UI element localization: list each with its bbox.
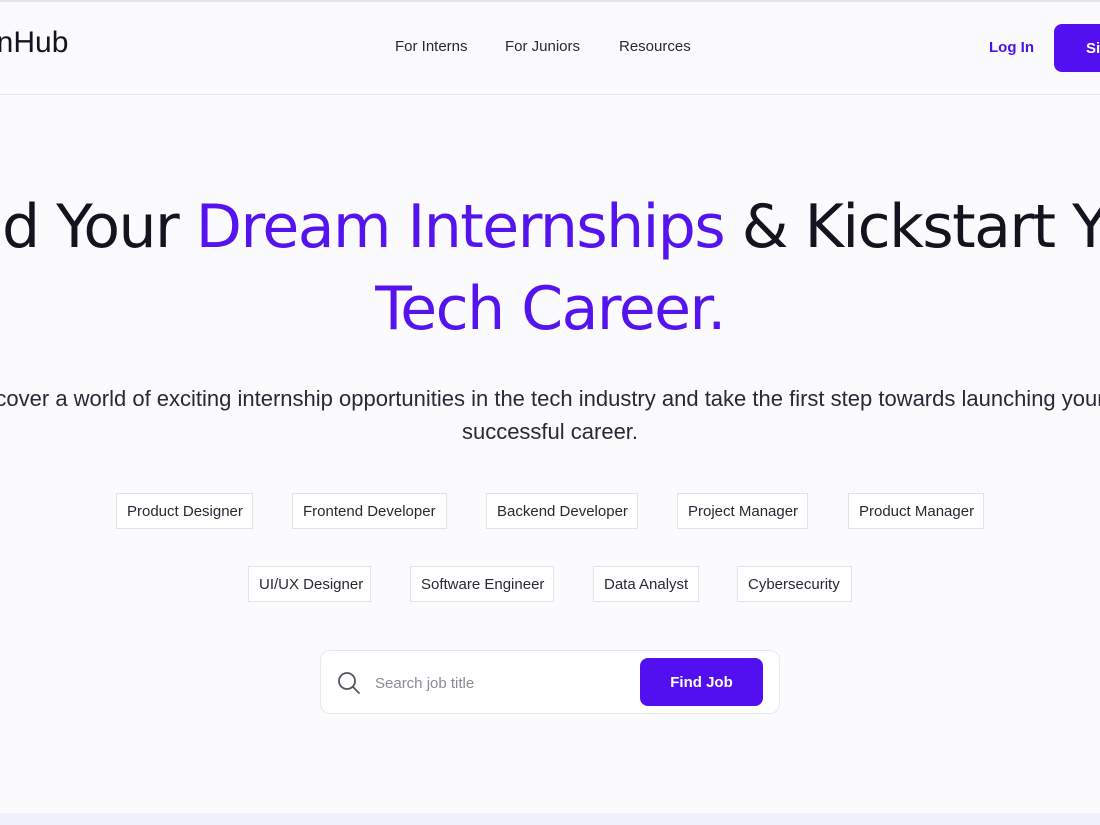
landing-page: ernHub For Interns For Juniors Resources…	[0, 0, 1100, 825]
chip-product-manager[interactable]: Product Manager	[848, 493, 984, 529]
hero-title-part: nd Your	[0, 192, 180, 262]
chip-project-manager[interactable]: Project Manager	[677, 493, 808, 529]
find-job-button[interactable]: Find Job	[640, 658, 763, 706]
chip-frontend-developer[interactable]: Frontend Developer	[292, 493, 447, 529]
hero-title-highlight: Tech Career.	[375, 274, 726, 344]
site-header: ernHub For Interns For Juniors Resources…	[0, 2, 1100, 95]
nav-for-interns[interactable]: For Interns	[395, 38, 468, 55]
search-icon	[338, 672, 360, 694]
hero-title-highlight: Dream Internships	[195, 192, 726, 262]
login-link[interactable]: Log In	[989, 39, 1034, 56]
nav-for-juniors[interactable]: For Juniors	[505, 38, 580, 55]
chip-software-engineer[interactable]: Software Engineer	[410, 566, 554, 602]
hero-title: nd Your Dream Internships & Kickstart Yo…	[0, 186, 1100, 350]
next-section-edge	[0, 813, 1100, 825]
hero-subtitle: cover a world of exciting internship opp…	[0, 386, 1100, 444]
hero-title-part: & Kickstart Yo	[724, 192, 1100, 262]
search-input[interactable]	[373, 668, 627, 698]
chip-data-analyst[interactable]: Data Analyst	[593, 566, 699, 602]
job-search-bar: Find Job	[320, 650, 780, 714]
signup-button[interactable]: Si	[1054, 24, 1100, 72]
main-nav: For Interns For Juniors Resources	[0, 38, 1100, 60]
chip-cybersecurity[interactable]: Cybersecurity	[737, 566, 852, 602]
chip-backend-developer[interactable]: Backend Developer	[486, 493, 638, 529]
chip-product-designer[interactable]: Product Designer	[116, 493, 253, 529]
nav-resources[interactable]: Resources	[619, 38, 691, 55]
chip-uiux-designer[interactable]: UI/UX Designer	[248, 566, 371, 602]
